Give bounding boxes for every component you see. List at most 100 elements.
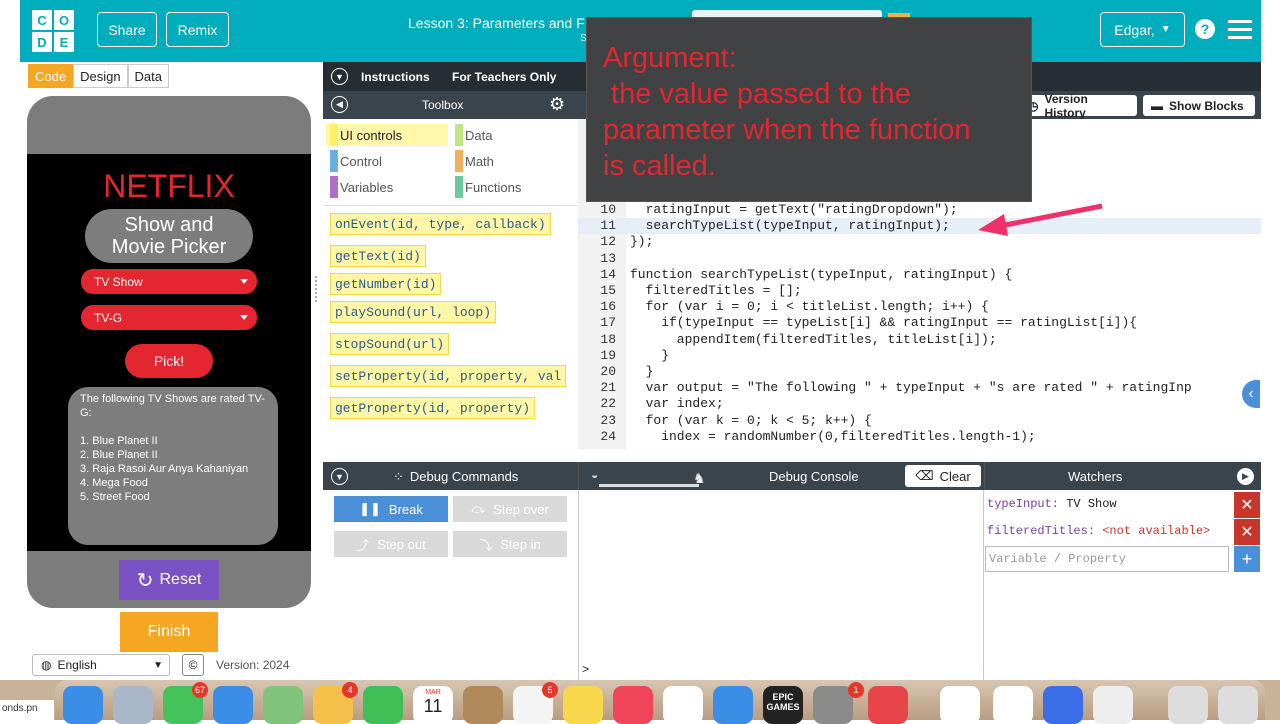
collapse-debug-icon[interactable]: ▼: [331, 468, 348, 485]
finder-icon[interactable]: [63, 686, 103, 724]
remove-watcher-button[interactable]: ✕: [1234, 519, 1260, 545]
hamburger-menu-icon[interactable]: [1228, 20, 1252, 44]
design-mode-tab[interactable]: Design: [73, 64, 128, 88]
category-data[interactable]: Data: [451, 124, 573, 146]
maps-icon[interactable]: [263, 686, 303, 724]
rating-dropdown[interactable]: TV-G: [81, 305, 257, 330]
code-text[interactable]: if(typeInput == typeList[i] && ratingInp…: [630, 315, 1137, 330]
window-icon[interactable]: [1218, 686, 1258, 724]
nordvpn-icon[interactable]: [940, 686, 980, 724]
help-icon[interactable]: ?: [1195, 19, 1215, 39]
epic-games-icon[interactable]: EPIC GAMES: [763, 686, 803, 724]
category-control[interactable]: Control: [326, 150, 448, 172]
code-text[interactable]: index = randomNumber(0,filteredTitles.le…: [630, 429, 1035, 444]
category-variables[interactable]: Variables: [326, 176, 448, 198]
system-settings-icon[interactable]: [813, 686, 853, 724]
step-out-button[interactable]: ⤴ Step out: [334, 531, 448, 557]
code-line[interactable]: 11 searchTypeList(typeInput, ratingInput…: [578, 218, 1261, 235]
code-text[interactable]: });: [630, 234, 653, 249]
textedit-icon[interactable]: [1093, 686, 1133, 724]
quicktime-icon[interactable]: [868, 686, 908, 724]
block-getnumber[interactable]: getNumber(id): [330, 273, 442, 295]
block-playsound[interactable]: playSound(url, loop): [330, 301, 497, 323]
code-line[interactable]: 15 filteredTitles = [];: [578, 283, 1261, 299]
block-getproperty[interactable]: getProperty(id, property): [330, 397, 536, 419]
resize-handle[interactable]: [315, 276, 319, 302]
version-history-button[interactable]: ◷ Version History: [1020, 92, 1137, 120]
code-text[interactable]: }: [630, 364, 654, 379]
calendar-icon[interactable]: MAR 11: [413, 686, 453, 724]
code-text[interactable]: searchTypeList(typeInput, ratingInput);: [630, 218, 950, 233]
code-text[interactable]: var output = "The following " + typeInpu…: [630, 380, 1192, 395]
block-setproperty[interactable]: setProperty(id, property, val: [330, 365, 567, 387]
code-line[interactable]: 10 ratingInput = getText("ratingDropdown…: [578, 202, 1261, 218]
code-line[interactable]: 21 var output = "The following " + typeI…: [578, 380, 1261, 396]
category-math[interactable]: Math: [451, 150, 573, 172]
category-functions[interactable]: Functions: [451, 176, 573, 198]
step-over-button[interactable]: ⤼ Step over: [453, 496, 567, 522]
clear-button[interactable]: ⌫ Clear: [905, 465, 981, 487]
music-icon[interactable]: [613, 686, 653, 724]
user-menu-button[interactable]: Edgar, ▼: [1100, 12, 1185, 47]
show-blocks-button[interactable]: ▬ Show Blocks: [1143, 95, 1255, 116]
mail-icon[interactable]: [213, 686, 253, 724]
slow-fast-slider[interactable]: ◒ ♞: [591, 466, 706, 488]
code-line[interactable]: 12});: [578, 234, 1261, 250]
code-org-logo[interactable]: C O D E: [32, 10, 74, 52]
pick-button[interactable]: Pick!: [125, 344, 213, 378]
gear-icon[interactable]: ⚙: [549, 94, 565, 115]
data-mode-tab[interactable]: Data: [127, 64, 170, 88]
code-text[interactable]: }: [630, 348, 669, 363]
code-text[interactable]: for (var i = 0; i < titleList.length; i+…: [630, 299, 989, 314]
remove-watcher-button[interactable]: ✕: [1234, 492, 1260, 518]
code-line[interactable]: 18 appendItem(filteredTitles, titleList[…: [578, 332, 1261, 348]
launchpad-icon[interactable]: [113, 686, 153, 724]
app-store-icon[interactable]: [713, 686, 753, 724]
block-gettext[interactable]: getText(id): [330, 245, 426, 267]
notes-icon[interactable]: [563, 686, 603, 724]
chrome-icon[interactable]: [993, 686, 1033, 724]
teachers-tab[interactable]: For Teachers Only: [452, 70, 556, 84]
collapse-instructions-icon[interactable]: ▼: [331, 68, 348, 85]
console-prompt[interactable]: >: [582, 663, 589, 677]
watch-variable-input[interactable]: Variable / Property: [985, 546, 1229, 572]
code-text[interactable]: function searchTypeList(typeInput, ratin…: [630, 267, 1012, 282]
news-icon[interactable]: [663, 686, 703, 724]
code-text[interactable]: filteredTitles = [];: [630, 283, 802, 298]
instructions-tab[interactable]: Instructions: [361, 70, 430, 84]
code-line[interactable]: 14 function searchTypeList(typeInput, rat…: [578, 267, 1261, 283]
remix-button[interactable]: Remix: [166, 12, 229, 47]
code-line[interactable]: 24 index = randomNumber(0,filteredTitles…: [578, 429, 1261, 445]
document-icon[interactable]: [1168, 686, 1208, 724]
code-text[interactable]: for (var k = 0; k < 5; k++) {: [630, 413, 872, 428]
block-stopsound[interactable]: stopSound(url): [330, 333, 450, 355]
break-button[interactable]: ❚❚ Break: [334, 496, 448, 522]
code-mode-tab[interactable]: Code: [28, 64, 74, 88]
code-text[interactable]: var index;: [630, 396, 724, 411]
step-in-button[interactable]: ⤵ Step in: [453, 531, 567, 557]
code-line[interactable]: 19 }: [578, 348, 1261, 364]
block-onevent[interactable]: onEvent(id, type, callback): [330, 213, 551, 235]
debug-console[interactable]: >: [578, 490, 984, 680]
zoom-icon[interactable]: [1043, 686, 1083, 724]
share-button[interactable]: Share: [97, 12, 157, 47]
code-line[interactable]: 16 for (var i = 0; i < titleList.length;…: [578, 299, 1261, 315]
code-line[interactable]: 17 if(typeInput == typeList[i] && rating…: [578, 315, 1261, 331]
hide-toolbox-icon[interactable]: ◀: [331, 96, 348, 113]
copyright-icon[interactable]: ©: [182, 654, 204, 676]
reset-button[interactable]: ↻ Reset: [119, 560, 219, 600]
language-select[interactable]: ◍ English ▼: [32, 654, 170, 676]
code-line[interactable]: 23 for (var k = 0; k < 5; k++) {: [578, 413, 1261, 429]
code-line[interactable]: 22 var index;: [578, 396, 1261, 412]
add-watcher-button[interactable]: +: [1234, 546, 1260, 572]
type-dropdown[interactable]: TV Show: [81, 269, 257, 294]
expand-watchers-icon[interactable]: ▶: [1237, 468, 1254, 485]
facetime-icon[interactable]: [363, 686, 403, 724]
code-text[interactable]: ratingInput = getText("ratingDropdown");: [630, 202, 958, 217]
finish-button[interactable]: Finish: [120, 612, 218, 652]
code-text[interactable]: appendItem(filteredTitles, titleList[i])…: [630, 332, 997, 347]
code-line[interactable]: 20 }: [578, 364, 1261, 380]
contacts-icon[interactable]: [463, 686, 503, 724]
code-line[interactable]: 13: [578, 251, 1261, 267]
category-ui-controls[interactable]: UI controls: [326, 124, 448, 146]
